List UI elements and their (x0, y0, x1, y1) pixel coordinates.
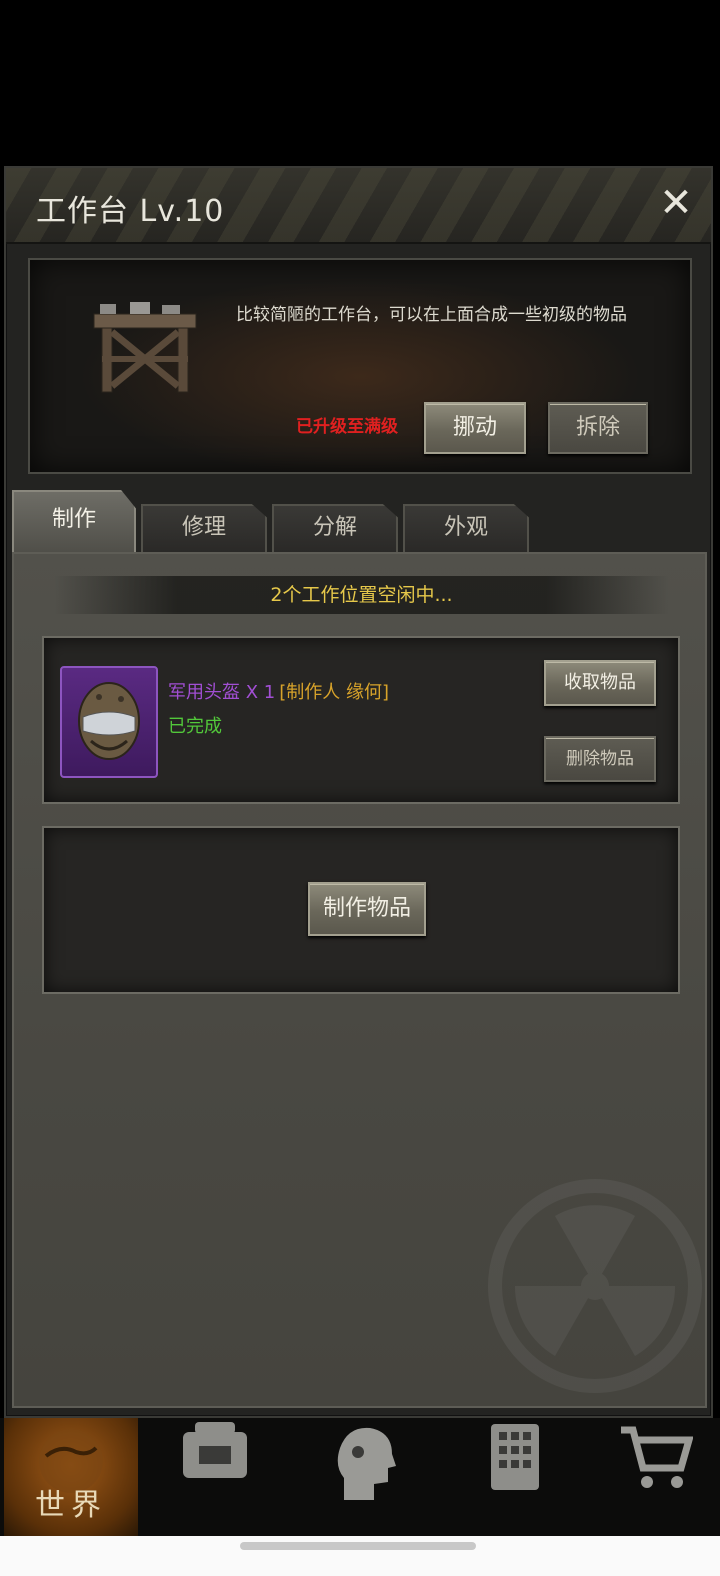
backpack-icon (183, 1422, 247, 1478)
tab-salvage[interactable]: 分解 (272, 504, 398, 552)
panel-header: 工作台 Lv.10 ✕ (6, 168, 711, 244)
shopping-cart-icon (621, 1426, 693, 1488)
helmet-icon (78, 682, 140, 760)
nav-character[interactable] (310, 1418, 420, 1536)
nav-building[interactable] (460, 1418, 570, 1536)
nav-world-label: 世界 (35, 1488, 107, 1523)
workbench-description: 比较简陋的工作台，可以在上面合成一些初级的物品 (236, 305, 627, 325)
craft-item-button[interactable]: 制作物品 (308, 882, 426, 936)
craft-content: 2个工作位置空闲中... 军用头盔 X 1 [制作人 缘何] 已完成 收取物品 删… (12, 552, 707, 1408)
head-profile-icon (337, 1427, 396, 1500)
item-maker: [制作人 缘何] (279, 682, 390, 703)
panel-title: 工作台 Lv.10 (36, 194, 225, 229)
item-icon-frame[interactable] (60, 666, 158, 778)
free-slots-banner: 2个工作位置空闲中... (54, 576, 669, 614)
craft-slot-completed: 军用头盔 X 1 [制作人 缘何] 已完成 收取物品 删除物品 (42, 636, 680, 804)
radiation-watermark-icon (488, 1179, 702, 1393)
collect-item-button[interactable]: 收取物品 (544, 660, 656, 706)
nav-backpack[interactable] (160, 1418, 270, 1536)
close-button[interactable]: ✕ (655, 182, 697, 224)
tab-repair[interactable]: 修理 (141, 504, 267, 552)
workbench-icon (93, 302, 197, 393)
nav-world[interactable]: 世界 (4, 1418, 138, 1536)
workbench-info: 比较简陋的工作台，可以在上面合成一些初级的物品 已升级至满级 挪动 拆除 (28, 258, 692, 474)
workbench-panel: 工作台 Lv.10 ✕ 比较简陋的工作台，可以在上面合成一些初级的物品 已升级至… (4, 166, 713, 1418)
craft-slot-empty: 制作物品 (42, 826, 680, 994)
delete-item-button[interactable]: 删除物品 (544, 736, 656, 782)
bottom-nav: 世界 (0, 1418, 720, 1536)
max-level-label: 已升级至满级 (296, 417, 398, 437)
move-button[interactable]: 挪动 (424, 402, 526, 454)
dismantle-button[interactable]: 拆除 (548, 402, 648, 454)
item-name-line: 军用头盔 X 1 [制作人 缘何] (168, 678, 389, 704)
building-grid-icon (491, 1424, 539, 1490)
tab-craft[interactable]: 制作 (12, 490, 136, 556)
item-name: 军用头盔 X 1 (168, 682, 276, 703)
item-status: 已完成 (168, 716, 222, 737)
tab-appearance[interactable]: 外观 (403, 504, 529, 552)
nav-shop[interactable] (600, 1418, 710, 1536)
home-indicator[interactable] (240, 1542, 476, 1550)
